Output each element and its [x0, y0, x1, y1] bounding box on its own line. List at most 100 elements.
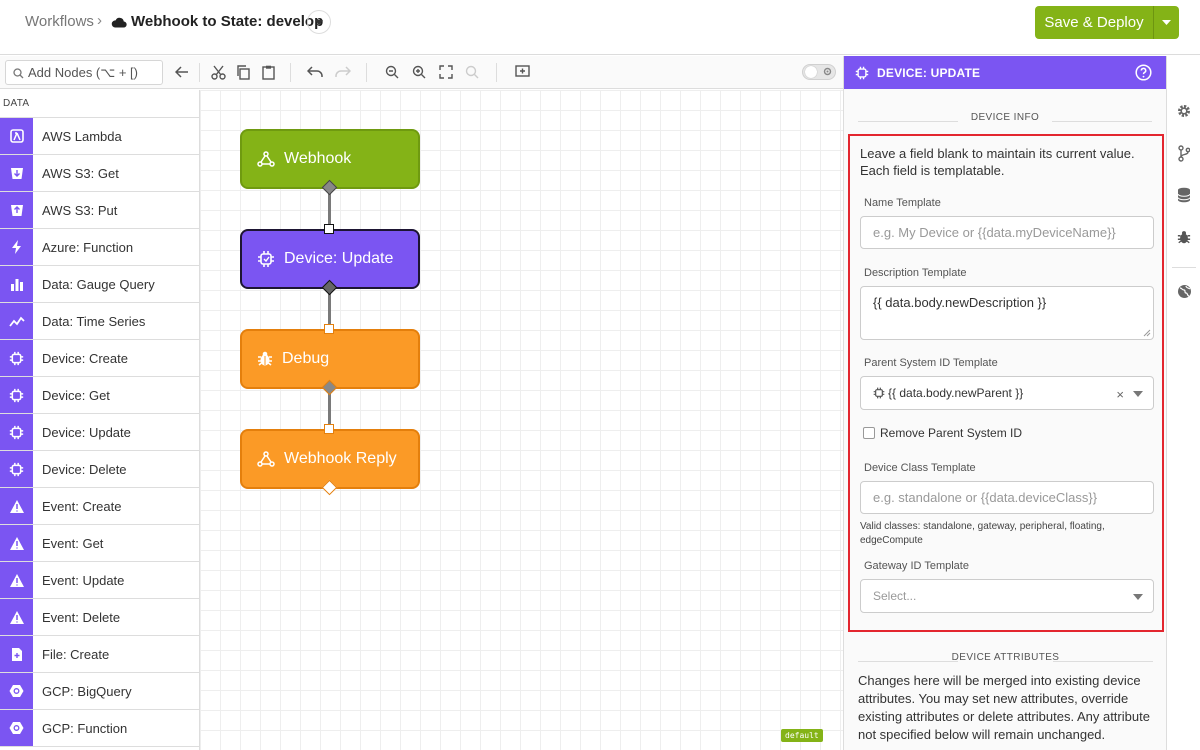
zoom-out-button[interactable]	[384, 64, 400, 80]
palette-item[interactable]: Device: Update	[0, 414, 199, 451]
node-palette: DATA AWS Lambda AWS S3: Get AWS S3: Put Azu…	[0, 90, 200, 750]
zoom-in-icon	[412, 65, 426, 79]
debug-tab[interactable]	[1175, 228, 1193, 246]
node-label: Webhook	[284, 150, 352, 167]
search-icon	[13, 68, 24, 79]
gateway-id-label: Gateway ID Template	[864, 560, 969, 572]
cut-button[interactable]	[210, 64, 226, 80]
file-icon	[0, 636, 33, 672]
comment-plus-icon	[514, 65, 530, 77]
name-template-placeholder: e.g. My Device or {{data.myDeviceName}}	[873, 225, 1116, 240]
globals-tab[interactable]	[1175, 282, 1193, 300]
description-template-field[interactable]: {{ data.body.newDescription }}	[860, 286, 1154, 340]
gear-icon	[823, 67, 832, 76]
description-template-label: Description Template	[864, 267, 967, 279]
palette-section-title: DATA	[0, 90, 199, 118]
workflow-menu-button[interactable]	[307, 10, 331, 34]
remove-parent-label[interactable]: Remove Parent System ID	[880, 426, 1022, 440]
name-template-field[interactable]: e.g. My Device or {{data.myDeviceName}}	[860, 216, 1154, 249]
bolt-icon	[0, 229, 33, 265]
clear-selection-icon[interactable]: ×	[1116, 387, 1124, 402]
palette-item[interactable]: AWS S3: Put	[0, 192, 199, 229]
fit-view-button[interactable]	[438, 64, 454, 80]
palette-item-label: Device: Delete	[42, 461, 127, 477]
branch-icon	[1178, 144, 1190, 162]
section-title-device-info: DEVICE INFO	[844, 112, 1166, 132]
palette-item[interactable]: AWS S3: Get	[0, 155, 199, 192]
expand-icon	[439, 65, 453, 79]
palette-item[interactable]: Data: Gauge Query	[0, 266, 199, 303]
palette-item-label: Device: Create	[42, 350, 128, 366]
input-port[interactable]	[324, 224, 334, 234]
copy-icon	[237, 64, 250, 80]
palette-item[interactable]: Device: Delete	[0, 451, 199, 488]
palette-item[interactable]: File: Create	[0, 636, 199, 673]
toolbar-divider	[496, 63, 497, 82]
device-info-section: Leave a field blank to maintain its curr…	[848, 134, 1164, 632]
right-rail	[1166, 56, 1200, 750]
description-template-value: {{ data.body.newDescription }}	[873, 295, 1047, 310]
add-nodes-input[interactable]	[28, 63, 158, 82]
add-comment-button[interactable]	[514, 64, 530, 80]
storage-tab[interactable]	[1175, 186, 1193, 204]
copy-button[interactable]	[235, 64, 251, 80]
palette-item-label: GCP: Function	[42, 720, 128, 736]
canvas-settings-toggle[interactable]	[802, 64, 836, 80]
palette-item[interactable]: AWS Lambda	[0, 118, 199, 155]
zoom-reset-button[interactable]	[464, 64, 480, 80]
palette-item[interactable]: Device: Create	[0, 340, 199, 377]
palette-item-label: Device: Update	[42, 424, 131, 440]
paste-button[interactable]	[260, 64, 276, 80]
default-version-tag: default	[781, 729, 823, 742]
gateway-id-select[interactable]: Select...	[860, 579, 1154, 613]
undo-button[interactable]	[307, 64, 323, 80]
save-deploy-button[interactable]: Save & Deploy	[1035, 6, 1153, 39]
palette-item[interactable]: Event: Update	[0, 562, 199, 599]
redo-button[interactable]	[335, 64, 351, 80]
toolbar-divider	[366, 63, 367, 82]
parent-system-id-select[interactable]: {{ data.body.newParent }} ×	[860, 376, 1154, 410]
chevron-down-icon	[315, 19, 323, 25]
palette-item-label: Event: Get	[42, 535, 104, 551]
device-class-label: Device Class Template	[864, 462, 976, 474]
breadcrumb-separator: ›	[97, 12, 102, 29]
breadcrumb-workflows[interactable]: Workflows	[25, 13, 94, 30]
collapse-palette-button[interactable]	[174, 64, 190, 80]
palette-item-label: AWS S3: Put	[42, 202, 118, 218]
help-icon[interactable]	[1135, 64, 1152, 81]
device-class-field[interactable]: e.g. standalone or {{data.deviceClass}}	[860, 481, 1154, 514]
chevron-down-icon[interactable]	[1133, 594, 1143, 600]
zoom-in-button[interactable]	[411, 64, 427, 80]
palette-item-label: Event: Delete	[42, 609, 121, 625]
section-title-device-attributes: DEVICE ATTRIBUTES	[844, 652, 1166, 672]
chevron-down-icon[interactable]	[1133, 391, 1143, 397]
device-icon	[0, 340, 33, 376]
palette-item[interactable]: Azure: Function	[0, 229, 199, 266]
zoom-out-icon	[385, 65, 399, 79]
webhook-icon	[257, 151, 275, 167]
arrow-left-icon	[175, 66, 188, 78]
input-port[interactable]	[324, 324, 334, 334]
input-port[interactable]	[324, 424, 334, 434]
palette-item[interactable]: Event: Create	[0, 488, 199, 525]
palette-item[interactable]: GCP: Function	[0, 710, 199, 747]
parent-system-id-value: {{ data.body.newParent }}	[888, 386, 1024, 400]
device-class-hint: Valid classes: standalone, gateway, peri…	[860, 521, 1105, 546]
toolbar-divider	[290, 63, 291, 82]
versions-tab[interactable]	[1175, 144, 1193, 162]
database-icon	[1177, 187, 1191, 203]
palette-item[interactable]: GCP: BigQuery	[0, 673, 199, 710]
palette-item[interactable]: Event: Get	[0, 525, 199, 562]
palette-item[interactable]: Event: Delete	[0, 599, 199, 636]
palette-item[interactable]: Data: Time Series	[0, 303, 199, 340]
palette-item-label: Event: Create	[42, 498, 122, 514]
deploy-options-button[interactable]	[1153, 6, 1179, 39]
gear-icon	[1178, 105, 1190, 117]
settings-tab[interactable]	[1175, 102, 1193, 120]
node-label: Device: Update	[284, 250, 394, 267]
palette-item[interactable]: Device: Get	[0, 377, 199, 414]
device-icon	[0, 451, 33, 487]
workflow-canvas[interactable]: Webhook Device: Update Debug Webhook Rep…	[200, 90, 843, 750]
remove-parent-checkbox[interactable]	[863, 427, 875, 439]
lambda-icon	[0, 118, 33, 154]
